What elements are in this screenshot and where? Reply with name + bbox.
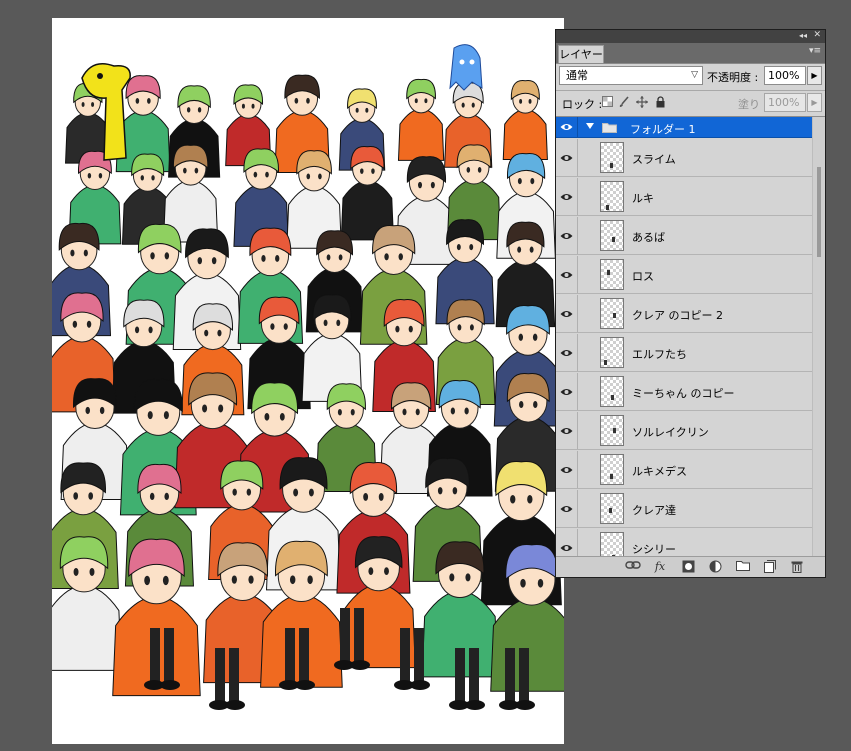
layer-name: あるば — [632, 231, 665, 244]
layer-name: ルキメデス — [632, 465, 687, 478]
blend-row: 通常 ▽ 不透明度 : 100% ▶ — [556, 65, 825, 89]
blend-mode-select[interactable]: 通常 ▽ — [559, 66, 703, 85]
layer-name: スライム — [632, 153, 676, 166]
new-layer-icon[interactable] — [763, 560, 777, 574]
divider — [556, 90, 825, 91]
visibility-eye-icon[interactable] — [556, 139, 578, 176]
layer-thumbnail — [600, 532, 624, 557]
fill-slider-button[interactable]: ▶ — [807, 93, 822, 112]
panel-titlebar[interactable]: ◂◂ ✕ — [556, 30, 825, 43]
layer-thumbnail — [600, 493, 624, 524]
visibility-eye-icon[interactable] — [556, 529, 578, 557]
folder-icon — [602, 122, 617, 136]
layer-row-folder[interactable]: フォルダー 1 — [556, 117, 812, 138]
layer-row[interactable]: ルキ — [556, 178, 812, 216]
brush-icon[interactable] — [618, 96, 630, 108]
visibility-eye-icon[interactable] — [556, 334, 578, 371]
blend-mode-value: 通常 — [566, 69, 588, 82]
layer-thumbnail — [600, 142, 624, 173]
tab-layers[interactable]: レイヤー — [558, 45, 604, 63]
layer-scrollbar[interactable] — [812, 117, 825, 557]
layer-row[interactable]: あるば — [556, 217, 812, 255]
expand-triangle-icon[interactable] — [586, 123, 594, 129]
visibility-eye-icon[interactable] — [556, 490, 578, 527]
visibility-eye-icon[interactable] — [556, 451, 578, 488]
mask-icon[interactable] — [681, 560, 695, 574]
character-illustration — [52, 44, 564, 710]
visibility-eye-icon[interactable] — [556, 217, 578, 254]
layer-name: フォルダー 1 — [630, 123, 696, 136]
layer-thumbnail — [600, 337, 624, 368]
layer-row[interactable]: クレア達 — [556, 490, 812, 528]
trash-icon[interactable] — [790, 560, 804, 574]
lock-row: ロック : 塗り : 100% ▶ — [556, 92, 825, 114]
visibility-eye-icon[interactable] — [556, 117, 578, 137]
opacity-slider-button[interactable]: ▶ — [807, 66, 822, 85]
layer-name: シシリー — [632, 543, 676, 556]
layer-row[interactable]: シシリー — [556, 529, 812, 557]
layer-thumbnail — [600, 415, 624, 446]
layer-actions-bar: fx — [556, 556, 825, 577]
layer-name: エルフたち — [632, 348, 687, 361]
layer-thumbnail — [600, 181, 624, 212]
layer-name: ルキ — [632, 192, 654, 205]
layer-thumbnail — [600, 298, 624, 329]
layer-name: クレア達 — [632, 504, 676, 517]
layer-thumbnail — [600, 220, 624, 251]
layer-name: ロス — [632, 270, 654, 283]
move-icon[interactable] — [636, 96, 648, 108]
layer-list: フォルダー 1 スライムルキあるばロスクレア のコピー 2 エルフたちミーちゃん … — [556, 116, 825, 557]
fill-input[interactable]: 100% — [764, 93, 806, 112]
visibility-eye-icon[interactable] — [556, 295, 578, 332]
layer-row[interactable]: ルキメデス — [556, 451, 812, 489]
layer-thumbnail — [600, 376, 624, 407]
visibility-eye-icon[interactable] — [556, 178, 578, 215]
opacity-label: 不透明度 : — [707, 71, 759, 84]
layer-name: ソルレイクリン — [632, 426, 709, 439]
layer-row[interactable]: ロス — [556, 256, 812, 294]
layer-row[interactable]: エルフたち — [556, 334, 812, 372]
layer-thumbnail — [600, 259, 624, 290]
layer-row[interactable]: クレア のコピー 2 — [556, 295, 812, 333]
visibility-eye-icon[interactable] — [556, 256, 578, 293]
panel-menu-icon[interactable]: ▾≡ — [809, 46, 821, 56]
collapse-icon[interactable]: ◂◂ — [799, 31, 807, 40]
fx-icon[interactable]: fx — [653, 560, 667, 574]
adjustment-icon[interactable] — [708, 560, 722, 574]
layer-name: クレア のコピー 2 — [632, 309, 723, 322]
chevron-down-icon: ▽ — [691, 70, 698, 80]
document-canvas[interactable] — [52, 18, 564, 744]
visibility-eye-icon[interactable] — [556, 412, 578, 449]
close-icon[interactable]: ✕ — [813, 30, 821, 40]
layer-row[interactable]: スライム — [556, 139, 812, 177]
padlock-icon[interactable] — [654, 96, 666, 108]
panel-tab-row: レイヤー ▾≡ — [556, 43, 825, 64]
lock-label: ロック : — [562, 98, 603, 111]
lock-transparent-icon[interactable] — [601, 96, 613, 108]
scrollbar-thumb[interactable] — [817, 167, 821, 257]
layer-row[interactable]: ソルレイクリン — [556, 412, 812, 450]
layers-panel: ◂◂ ✕ レイヤー ▾≡ 通常 ▽ 不透明度 : 100% ▶ ロック : 塗り… — [555, 29, 826, 578]
visibility-eye-icon[interactable] — [556, 373, 578, 410]
layer-row[interactable]: ミーちゃん のコピー — [556, 373, 812, 411]
opacity-input[interactable]: 100% — [764, 66, 806, 85]
fill-label: 塗り : — [738, 98, 768, 111]
layer-thumbnail — [600, 454, 624, 485]
folder-icon[interactable] — [736, 560, 750, 574]
link-icon[interactable] — [625, 560, 641, 574]
layer-name: ミーちゃん のコピー — [632, 387, 735, 400]
